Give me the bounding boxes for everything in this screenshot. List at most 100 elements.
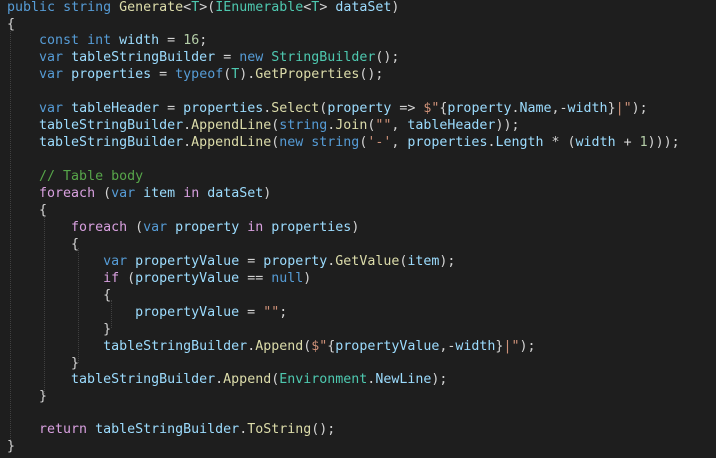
code-token-variable: property	[263, 254, 328, 269]
code-token-default: .	[247, 339, 256, 354]
code-token-variable: tableStringBuilder	[39, 118, 184, 133]
code-token-keyword: var	[39, 101, 64, 116]
code-token-default	[7, 305, 135, 320]
code-token-default: ==	[239, 271, 272, 286]
code-token-default	[7, 33, 39, 48]
code-token-keyword: const	[39, 33, 80, 48]
code-token-control: foreach	[39, 186, 96, 201]
code-token-method: AppendLine	[191, 118, 272, 133]
code-line: }	[7, 439, 15, 455]
code-token-default: );	[431, 372, 448, 387]
code-token-default: );	[519, 339, 536, 354]
code-token-variable: propertyValue	[335, 339, 440, 354]
code-token-default: }	[607, 101, 616, 116]
code-token-default	[55, 0, 63, 15]
code-token-default: ();	[375, 50, 400, 65]
code-token-default: ();	[311, 422, 336, 437]
code-token-keyword: int	[87, 33, 112, 48]
code-token-default: <	[183, 0, 192, 15]
code-token-default: .	[183, 118, 192, 133]
code-token-default: =	[239, 254, 264, 269]
code-line: var propertyValue = property.GetValue(it…	[7, 254, 455, 270]
code-token-default	[7, 339, 103, 354]
code-token-default: >	[319, 0, 336, 15]
code-line: tableStringBuilder.Append($"{propertyVal…	[7, 339, 535, 355]
code-token-type: IEnumerable	[215, 0, 304, 15]
code-token-default: ,	[391, 118, 408, 133]
code-token-method: Append	[255, 339, 304, 354]
code-token-keyword: string	[63, 0, 112, 15]
code-token-type: T	[191, 0, 200, 15]
code-token-default: }	[7, 356, 80, 371]
code-token-string: '-'	[367, 135, 392, 150]
code-line: tableStringBuilder.Append(Environment.Ne…	[7, 372, 447, 388]
code-token-default: =	[239, 305, 264, 320]
code-token-default	[127, 254, 135, 269]
code-token-default: * (	[543, 135, 576, 150]
code-line: }	[7, 322, 111, 338]
code-token-default	[79, 33, 87, 48]
code-line: tableStringBuilder.AppendLine(new string…	[7, 135, 680, 151]
code-token-default: (	[127, 220, 144, 235]
code-token-keyword: typeof	[175, 67, 224, 82]
code-token-default	[7, 254, 103, 269]
code-token-default: .	[215, 372, 224, 387]
code-token-variable: property	[447, 101, 512, 116]
code-line: var properties = typeof(T).GetProperties…	[7, 67, 383, 83]
code-token-default	[7, 50, 39, 65]
code-token-default: }	[7, 322, 112, 337]
code-token-string: ""	[375, 118, 392, 133]
code-token-default: )));	[647, 135, 680, 150]
code-token-string: $"	[311, 339, 328, 354]
code-token-default: ).	[239, 67, 256, 82]
code-token-variable: dataSet	[207, 186, 264, 201]
code-token-variable: properties	[407, 135, 488, 150]
code-token-default: {	[7, 203, 48, 218]
code-token-keyword: string	[311, 135, 360, 150]
code-token-variable: property	[327, 101, 392, 116]
code-token-default: {	[7, 288, 112, 303]
code-token-variable: width	[119, 33, 160, 48]
code-token-keyword: new	[239, 50, 264, 65]
code-token-type: Environment	[279, 372, 368, 387]
code-token-variable: item	[407, 254, 440, 269]
code-token-default: >(	[199, 0, 216, 15]
code-line: if (propertyValue == null)	[7, 271, 311, 287]
code-token-default: ;	[199, 33, 208, 48]
code-token-default: }	[7, 439, 16, 454]
code-token-variable: propertyValue	[135, 254, 240, 269]
code-token-default	[135, 186, 143, 201]
code-token-keyword: public	[7, 0, 56, 15]
code-token-default	[63, 67, 71, 82]
code-line: // Table body	[7, 169, 143, 185]
code-token-method: Select	[271, 101, 320, 116]
code-token-method: Append	[223, 372, 272, 387]
code-line: }	[7, 389, 47, 405]
code-token-string: ""	[263, 305, 280, 320]
code-token-control: in	[247, 220, 264, 235]
code-token-default: {	[7, 237, 80, 252]
code-token-method: Generate	[119, 0, 184, 15]
code-token-variable: tableStringBuilder	[95, 422, 240, 437]
code-token-method: GetProperties	[255, 67, 360, 82]
code-token-default: ,-	[551, 101, 568, 116]
code-token-variable: width	[575, 135, 616, 150]
code-line: propertyValue = "";	[7, 305, 287, 321]
code-token-default	[175, 186, 183, 201]
code-token-default: =	[159, 101, 184, 116]
code-token-default: +	[615, 135, 640, 150]
code-token-keyword: var	[111, 186, 136, 201]
code-token-variable: NewLine	[375, 372, 432, 387]
code-editor[interactable]: public string Generate<T>(IEnumerable<T>…	[0, 0, 716, 458]
code-token-default: (	[95, 186, 112, 201]
code-token-default	[87, 422, 95, 437]
code-line: var tableHeader = properties.Select(prop…	[7, 101, 648, 117]
code-token-default: )	[391, 0, 400, 15]
code-line: public string Generate<T>(IEnumerable<T>…	[7, 0, 399, 16]
code-token-default: =	[215, 50, 240, 65]
code-token-number: 16	[183, 33, 200, 48]
code-token-keyword: null	[271, 271, 304, 286]
code-token-variable: tableStringBuilder	[39, 135, 184, 150]
code-token-default: )	[263, 186, 272, 201]
code-token-default: (	[119, 271, 136, 286]
